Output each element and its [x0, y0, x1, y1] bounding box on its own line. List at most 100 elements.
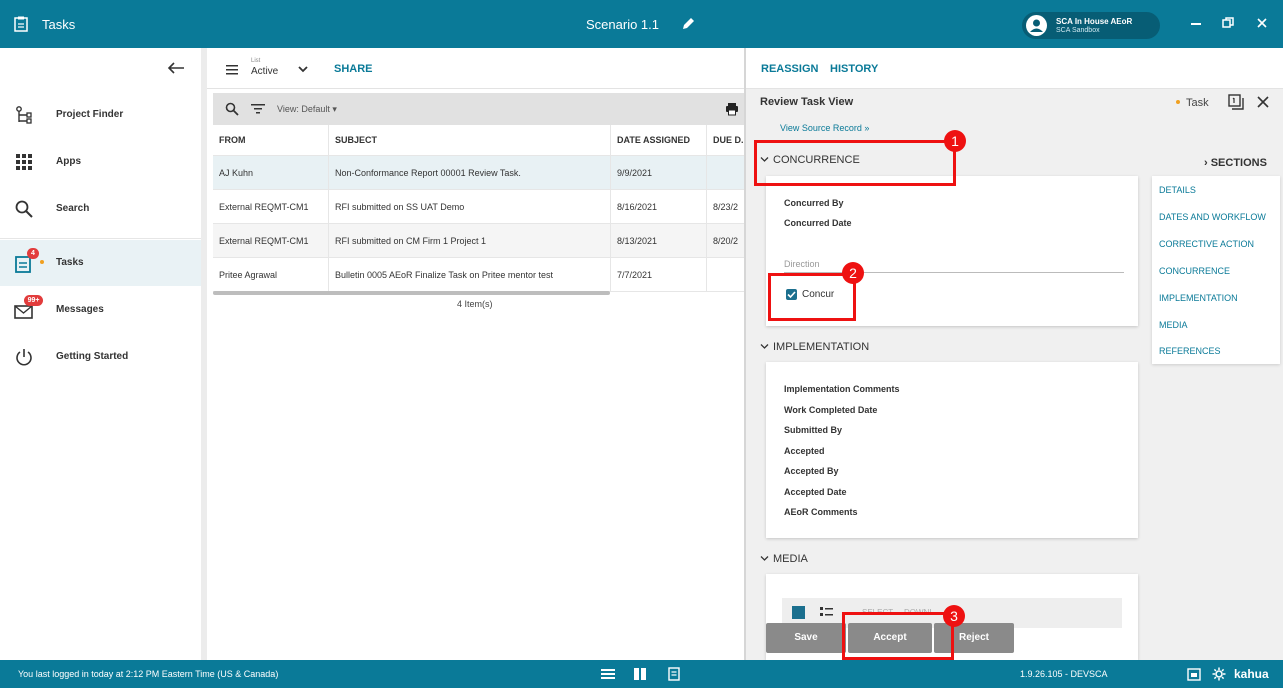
- cell-date: 8/16/2021: [611, 190, 707, 223]
- share-button[interactable]: SHARE: [334, 63, 373, 75]
- task-label: Task: [1186, 97, 1209, 109]
- table-row[interactable]: Pritee Agrawal Bulletin 0005 AEoR Finali…: [213, 258, 745, 292]
- brand-logo: kahua: [1234, 667, 1269, 681]
- search-icon[interactable]: [225, 102, 239, 116]
- image-view-icon[interactable]: [792, 606, 805, 619]
- sidebar-item-label: Tasks: [56, 257, 84, 268]
- section-link-dates-and-workflow[interactable]: DATES AND WORKFLOW: [1159, 212, 1266, 222]
- scenario-title: Scenario 1.1: [586, 17, 659, 32]
- save-button[interactable]: Save: [766, 623, 846, 653]
- view-source-link[interactable]: View Source Record »: [780, 123, 869, 133]
- messages-badge: 99+: [24, 295, 43, 306]
- section-link-implementation[interactable]: IMPLEMENTATION: [1159, 293, 1238, 303]
- sidebar-item-project-finder[interactable]: Project Finder: [0, 92, 201, 138]
- cell-due: [707, 258, 745, 291]
- task-counter-icon[interactable]: [1228, 94, 1244, 110]
- section-link-media[interactable]: MEDIA: [1159, 320, 1188, 330]
- review-toolbar: REASSIGN HISTORY: [746, 48, 1283, 89]
- list-selector[interactable]: Active: [251, 66, 278, 77]
- user-chip[interactable]: SCA In House AEoR SCA Sandbox: [1022, 12, 1160, 39]
- print-icon[interactable]: [725, 102, 739, 116]
- sidebar-item-messages[interactable]: 99+ Messages: [0, 287, 201, 333]
- title-bar: Tasks Scenario 1.1 SCA In House AEoR SCA…: [0, 0, 1283, 48]
- sections-header[interactable]: › SECTIONS: [1204, 157, 1267, 169]
- calendar-icon[interactable]: [1187, 667, 1201, 681]
- sidebar-item-search[interactable]: Search: [0, 186, 201, 232]
- reassign-button[interactable]: REASSIGN: [761, 63, 818, 75]
- settings-gear-icon[interactable]: [1212, 667, 1226, 681]
- sidebar-divider: [0, 238, 201, 239]
- table-row[interactable]: External REQMT-CM1 RFI submitted on SS U…: [213, 190, 745, 224]
- cell-from: AJ Kuhn: [213, 156, 329, 189]
- implementation-card: Implementation Comments Work Completed D…: [766, 362, 1138, 538]
- cell-from: External REQMT-CM1: [213, 190, 329, 223]
- clipboard-icon: [14, 16, 28, 32]
- user-name: SCA In House AEoR: [1056, 17, 1133, 26]
- cell-subject: Bulletin 0005 AEoR Finalize Task on Prit…: [329, 258, 611, 291]
- version-text: 1.9.26.105 - DEVSCA: [1020, 669, 1108, 679]
- task-list-panel: List Active SHARE View: Default ▾ FROM S…: [207, 48, 745, 660]
- project-finder-icon: [16, 106, 32, 124]
- sidebar-item-apps[interactable]: Apps: [0, 139, 201, 185]
- cell-subject: RFI submitted on SS UAT Demo: [329, 190, 611, 223]
- annotation-number-1: 1: [944, 130, 966, 152]
- cell-date: 7/7/2021: [611, 258, 707, 291]
- column-header[interactable]: DATE ASSIGNED: [611, 125, 707, 155]
- implementation-section-label: IMPLEMENTATION: [773, 341, 870, 353]
- power-icon: [16, 349, 32, 366]
- section-link-references[interactable]: REFERENCES: [1159, 346, 1221, 356]
- section-link-details[interactable]: DETAILS: [1159, 185, 1196, 195]
- media-section-label: MEDIA: [773, 553, 808, 565]
- sidebar-item-tasks[interactable]: 4 Tasks: [0, 240, 201, 286]
- column-header[interactable]: SUBJECT: [329, 125, 611, 155]
- task-table: FROM SUBJECT DATE ASSIGNED DUE D... AJ K…: [213, 125, 745, 292]
- annotation-box-1: [754, 140, 956, 186]
- user-subtitle: SCA Sandbox: [1056, 27, 1100, 34]
- table-header: FROM SUBJECT DATE ASSIGNED DUE D...: [213, 125, 745, 156]
- annotation-box-2: [768, 273, 856, 321]
- filter-icon[interactable]: [251, 104, 265, 114]
- concurred-date-label: Concurred Date: [784, 218, 852, 228]
- item-count: 4 Item(s): [457, 299, 493, 309]
- back-arrow-icon[interactable]: [166, 60, 186, 76]
- direction-label: Direction: [784, 259, 820, 269]
- tasks-dot: [40, 260, 44, 264]
- restore-icon[interactable]: [1218, 14, 1238, 34]
- document-layout-icon[interactable]: [668, 667, 680, 681]
- split-layout-icon[interactable]: [634, 668, 646, 680]
- list-selector-label: List: [251, 58, 261, 64]
- cell-subject: Non-Conformance Report 00001 Review Task…: [329, 156, 611, 189]
- list-view-icon[interactable]: [820, 606, 833, 619]
- section-link-concurrence[interactable]: CONCURRENCE: [1159, 266, 1230, 276]
- review-task-panel: REASSIGN HISTORY Review Task View View S…: [746, 48, 1283, 660]
- edit-pencil-icon[interactable]: [680, 16, 696, 32]
- cell-due: 8/20/2: [713, 235, 739, 246]
- column-header[interactable]: FROM: [213, 125, 329, 155]
- close-window-icon[interactable]: [1252, 14, 1272, 34]
- table-row[interactable]: External REQMT-CM1 RFI submitted on CM F…: [213, 224, 745, 258]
- list-toolbar: List Active SHARE: [207, 48, 745, 89]
- implementation-section-header[interactable]: IMPLEMENTATION: [760, 341, 869, 353]
- list-layout-icon[interactable]: [601, 669, 615, 679]
- annotation-number-2: 2: [842, 262, 864, 284]
- table-row[interactable]: AJ Kuhn Non-Conformance Report 00001 Rev…: [213, 156, 745, 190]
- view-selector[interactable]: View: Default ▾: [277, 104, 337, 115]
- column-header[interactable]: DUE D...: [707, 125, 745, 155]
- minimize-icon[interactable]: [1186, 14, 1206, 34]
- section-link-corrective-action[interactable]: CORRECTIVE ACTION: [1159, 239, 1254, 249]
- sidebar-item-label: Project Finder: [56, 109, 124, 120]
- horizontal-scrollbar[interactable]: [213, 291, 610, 295]
- field-label: Accepted: [784, 446, 825, 456]
- annotation-box-3: [842, 612, 954, 660]
- history-button[interactable]: HISTORY: [830, 63, 878, 75]
- cell-date: 8/13/2021: [611, 224, 707, 257]
- close-icon[interactable]: [1256, 95, 1270, 109]
- field-label: Accepted Date: [784, 487, 847, 497]
- chevron-down-icon[interactable]: [297, 64, 309, 74]
- cell-from: External REQMT-CM1: [213, 224, 329, 257]
- sidebar-item-label: Messages: [56, 304, 104, 315]
- field-label: Submitted By: [784, 425, 843, 435]
- media-section-header[interactable]: MEDIA: [760, 553, 808, 565]
- sidebar-item-getting-started[interactable]: Getting Started: [0, 334, 201, 380]
- field-label: Implementation Comments: [784, 384, 900, 394]
